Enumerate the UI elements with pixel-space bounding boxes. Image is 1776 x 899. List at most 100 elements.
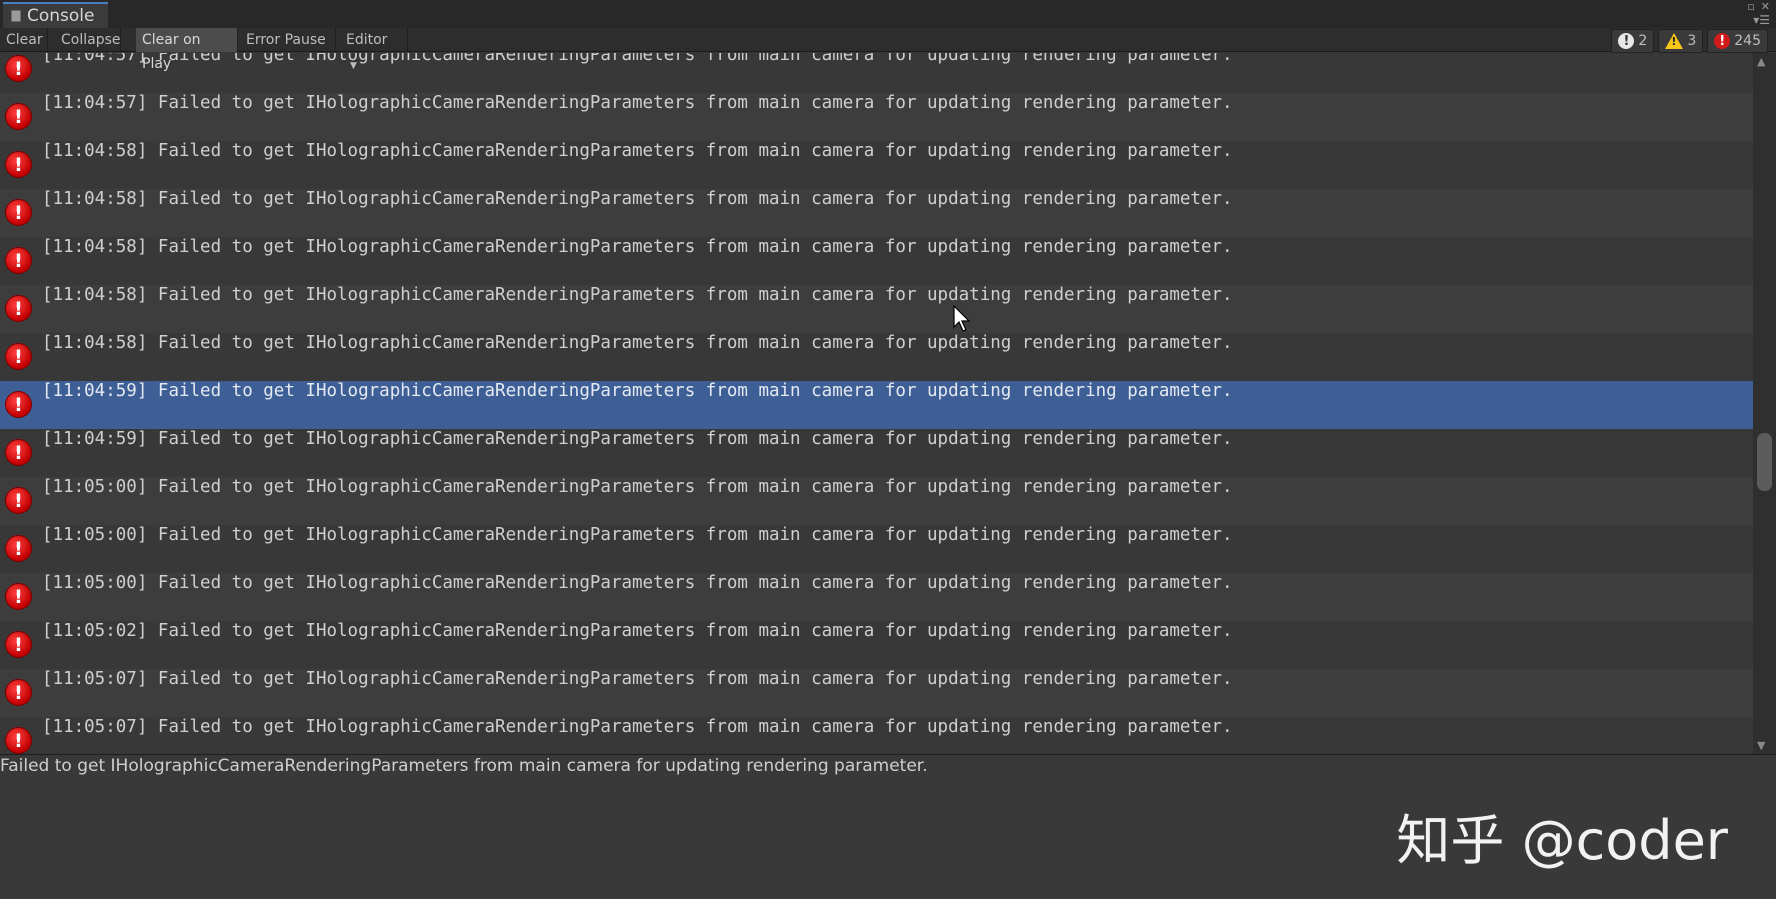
detail-message: Failed to get IHolographicCameraRenderin… <box>0 756 928 776</box>
log-timestamp: [11:04:58] <box>42 189 148 209</box>
log-timestamp: [11:05:00] <box>42 525 148 545</box>
log-row[interactable]: ! [11:04:57] Failed to get IHolographicCa… <box>0 93 1753 141</box>
log-message: [11:04:59] Failed to get IHolographicCam… <box>42 427 1233 451</box>
log-row[interactable]: ! [11:05:00] Failed to get IHolographicCa… <box>0 477 1753 525</box>
warning-count-toggle[interactable]: ! 3 <box>1658 29 1704 53</box>
scroll-down-icon[interactable]: ▼ <box>1757 739 1765 752</box>
scroll-up-icon[interactable]: ▲ <box>1757 55 1765 68</box>
log-timestamp: [11:04:59] <box>42 429 148 449</box>
error-icon: ! <box>5 55 32 82</box>
error-icon: ! <box>5 295 32 322</box>
log-timestamp: [11:04:57] <box>42 53 148 65</box>
scrollbar-thumb[interactable] <box>1757 433 1772 491</box>
log-row[interactable]: ! [11:04:58] Failed to get IHolographicCa… <box>0 237 1753 285</box>
error-icon: ! <box>5 679 32 706</box>
error-icon: ! <box>5 439 32 466</box>
log-message: [11:04:58] Failed to get IHolographicCam… <box>42 139 1233 163</box>
error-icon: ! <box>1714 33 1731 49</box>
log-message: [11:05:00] Failed to get IHolographicCam… <box>42 523 1233 547</box>
log-timestamp: [11:04:58] <box>42 285 148 305</box>
collapse-button[interactable]: Collapse <box>55 28 121 52</box>
log-message: [11:04:57] Failed to get IHolographicCam… <box>42 53 1233 67</box>
log-row[interactable]: ! [11:04:59] Failed to get IHolographicCa… <box>0 429 1753 477</box>
close-icon[interactable]: ✕ <box>1761 0 1770 13</box>
log-row[interactable]: ! [11:05:00] Failed to get IHolographicCa… <box>0 573 1753 621</box>
error-icon: ! <box>5 535 32 562</box>
log-text: Failed to get IHolographicCameraRenderin… <box>157 621 1233 641</box>
error-icon: ! <box>5 631 32 658</box>
tab-console[interactable]: Console <box>3 2 108 28</box>
watermark-text: 知乎 @coder <box>1396 809 1728 872</box>
log-message: [11:05:07] Failed to get IHolographicCam… <box>42 715 1233 739</box>
tab-console-label: Console <box>27 6 95 26</box>
log-message: [11:05:00] Failed to get IHolographicCam… <box>42 571 1233 595</box>
error-icon: ! <box>5 727 32 754</box>
tab-bar: Console ▫ ✕ ▾☰ <box>0 0 1776 28</box>
panel-menu-icon[interactable]: ▾☰ <box>1753 13 1770 27</box>
log-message: [11:05:00] Failed to get IHolographicCam… <box>42 475 1233 499</box>
error-icon: ! <box>5 343 32 370</box>
vertical-scrollbar[interactable]: ▲ ▼ <box>1753 53 1776 754</box>
log-row[interactable]: ! [11:04:58] Failed to get IHolographicCa… <box>0 189 1753 237</box>
log-row[interactable]: ! [11:05:02] Failed to get IHolographicCa… <box>0 621 1753 669</box>
log-text: Failed to get IHolographicCameraRenderin… <box>157 525 1233 545</box>
split-divider[interactable] <box>0 754 1776 755</box>
log-timestamp: [11:05:07] <box>42 669 148 689</box>
error-count-toggle[interactable]: ! 245 <box>1707 29 1768 53</box>
log-row[interactable]: ! [11:04:59] Failed to get IHolographicCa… <box>0 381 1753 429</box>
clear-on-play-button[interactable]: Clear on Play <box>136 28 238 72</box>
log-count-toggle[interactable]: ! 2 <box>1611 29 1655 53</box>
log-count: 2 <box>1638 33 1648 49</box>
log-row[interactable]: ! [11:05:07] Failed to get IHolographicCa… <box>0 717 1753 754</box>
mouse-cursor-icon <box>953 305 971 332</box>
log-timestamp: [11:05:07] <box>42 717 148 737</box>
log-text: Failed to get IHolographicCameraRenderin… <box>157 333 1233 353</box>
error-icon: ! <box>5 103 32 130</box>
log-timestamp: [11:04:57] <box>42 93 148 113</box>
log-message: [11:04:59] Failed to get IHolographicCam… <box>42 379 1233 403</box>
log-text: Failed to get IHolographicCameraRenderin… <box>157 669 1233 689</box>
warning-count: 3 <box>1687 33 1697 49</box>
log-message: [11:05:02] Failed to get IHolographicCam… <box>42 619 1233 643</box>
log-text: Failed to get IHolographicCameraRenderin… <box>157 477 1233 497</box>
detail-pane: Failed to get IHolographicCameraRenderin… <box>0 756 1776 899</box>
log-timestamp: [11:05:02] <box>42 621 148 641</box>
clear-button[interactable]: Clear <box>0 28 48 52</box>
warning-icon: ! <box>1665 33 1684 49</box>
log-row[interactable]: ! [11:05:00] Failed to get IHolographicCa… <box>0 525 1753 573</box>
log-text: Failed to get IHolographicCameraRenderin… <box>157 573 1233 593</box>
window-buttons: ▫ ✕ <box>1747 0 1770 13</box>
error-icon: ! <box>5 487 32 514</box>
log-text: Failed to get IHolographicCameraRenderin… <box>157 429 1233 449</box>
log-row[interactable]: ! [11:04:57] Failed to get IHolographicCa… <box>0 53 1753 93</box>
info-icon: ! <box>1618 33 1635 49</box>
log-row[interactable]: ! [11:04:58] Failed to get IHolographicCa… <box>0 333 1753 381</box>
error-icon: ! <box>5 247 32 274</box>
editor-dropdown-label: Editor <box>346 32 388 48</box>
log-message: [11:04:58] Failed to get IHolographicCam… <box>42 331 1233 355</box>
maximize-icon[interactable]: ▫ <box>1747 0 1754 13</box>
log-text: Failed to get IHolographicCameraRenderin… <box>157 141 1233 161</box>
log-timestamp: [11:05:00] <box>42 573 148 593</box>
error-icon: ! <box>5 391 32 418</box>
log-row[interactable]: ! [11:05:07] Failed to get IHolographicCa… <box>0 669 1753 717</box>
log-row[interactable]: ! [11:04:58] Failed to get IHolographicCa… <box>0 141 1753 189</box>
log-row[interactable]: ! [11:04:58] Failed to get IHolographicCa… <box>0 285 1753 333</box>
error-pause-button[interactable]: Error Pause <box>240 28 336 52</box>
log-text: Failed to get IHolographicCameraRenderin… <box>157 93 1233 113</box>
error-count: 245 <box>1734 33 1761 49</box>
error-icon: ! <box>5 151 32 178</box>
log-message: [11:04:57] Failed to get IHolographicCam… <box>42 91 1233 115</box>
log-list[interactable]: ! [11:04:57] Failed to get IHolographicCa… <box>0 53 1753 754</box>
editor-dropdown[interactable]: Editor ▼ <box>340 28 408 71</box>
log-text: Failed to get IHolographicCameraRenderin… <box>157 381 1233 401</box>
log-timestamp: [11:05:00] <box>42 477 148 497</box>
log-counts: ! 2 ! 3 ! 245 <box>1611 28 1768 53</box>
error-icon: ! <box>5 199 32 226</box>
log-message: [11:05:07] Failed to get IHolographicCam… <box>42 667 1233 691</box>
log-text: Failed to get IHolographicCameraRenderin… <box>157 285 1233 305</box>
log-timestamp: [11:04:58] <box>42 141 148 161</box>
error-icon: ! <box>5 583 32 610</box>
log-text: Failed to get IHolographicCameraRenderin… <box>157 237 1233 257</box>
log-message: [11:04:58] Failed to get IHolographicCam… <box>42 187 1233 211</box>
